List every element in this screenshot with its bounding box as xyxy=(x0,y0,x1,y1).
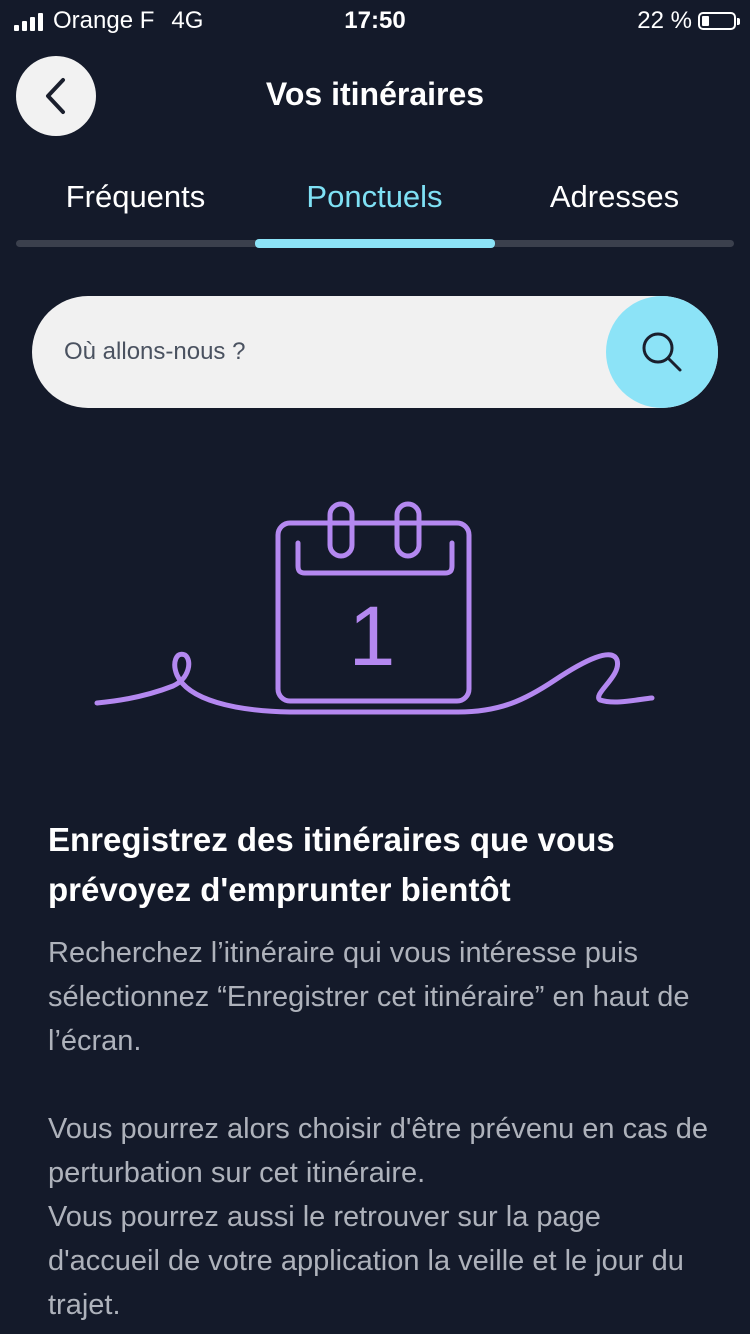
empty-state-paragraph-3: Vous pourrez aussi le retrouver sur la p… xyxy=(48,1201,684,1321)
status-right: 22 % xyxy=(637,7,740,35)
calendar-ring-left xyxy=(327,501,355,559)
battery-icon xyxy=(698,12,740,30)
status-bar: Orange F 4G 17:50 22 % xyxy=(0,0,750,42)
search-bar xyxy=(32,296,718,408)
page-title: Vos itinéraires xyxy=(265,76,485,112)
tab-ponctuels[interactable]: Ponctuels xyxy=(255,170,494,230)
search-button[interactable] xyxy=(606,296,718,408)
search-icon xyxy=(642,332,682,372)
battery-fill xyxy=(702,16,709,26)
battery-percentage: 22 % xyxy=(637,7,692,34)
tab-active-indicator xyxy=(255,239,495,248)
calendar-header-line xyxy=(295,540,455,576)
empty-state-heading: Enregistrez des itinéraires que vous pré… xyxy=(48,821,615,908)
calendar-illustration: 1 xyxy=(94,501,655,715)
empty-state-paragraph-1: Recherchez l’itinéraire qui vous intéres… xyxy=(48,937,690,1057)
empty-state-paragraph-2: Vous pourrez alors choisir d'être préven… xyxy=(48,1113,709,1189)
empty-state: Enregistrez des itinéraires que vous pré… xyxy=(48,815,718,1327)
calendar-day-number: 1 xyxy=(349,589,396,683)
calendar-ring-right xyxy=(394,501,422,559)
tab-bar: Fréquents Ponctuels Adresses xyxy=(16,170,734,248)
tab-adresses[interactable]: Adresses xyxy=(495,170,734,230)
tab-frequents[interactable]: Fréquents xyxy=(16,170,255,230)
search-input[interactable] xyxy=(64,296,604,408)
